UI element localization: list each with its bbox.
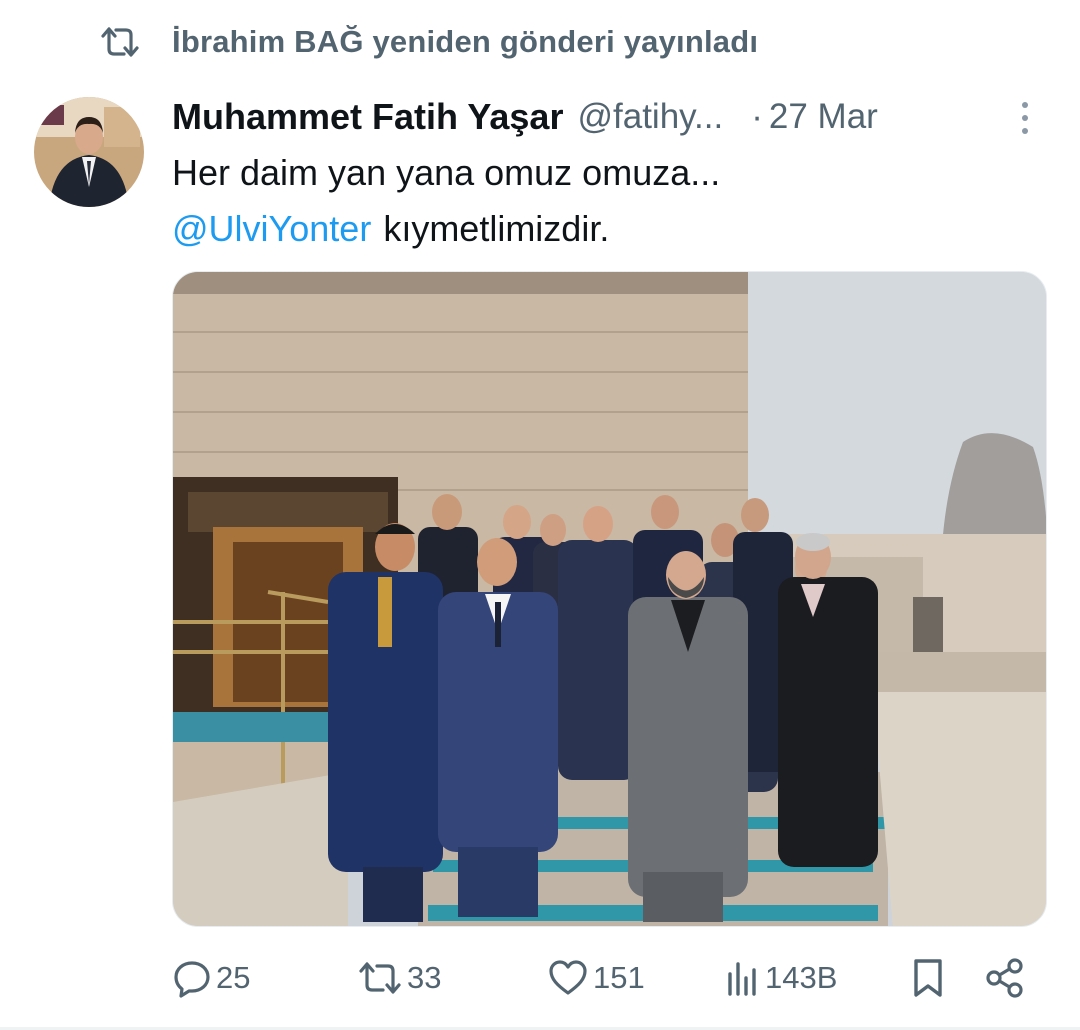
post-text-line1: Her daim yan yana omuz omuza... xyxy=(172,152,721,193)
post-text-rest: kıymetlimizdir. xyxy=(383,208,610,249)
repost-icon xyxy=(359,962,401,994)
post-header: Muhammet Fatih Yaşar @fatihy... · 27 Mar xyxy=(172,92,1052,142)
bookmark-icon xyxy=(914,959,942,997)
like-button[interactable]: 151 xyxy=(547,950,645,1006)
share-button[interactable] xyxy=(984,950,1026,1006)
like-icon xyxy=(549,960,587,995)
views-icon xyxy=(728,962,756,996)
repost-text: İbrahim BAĞ yeniden gönderi yayınladı xyxy=(172,24,759,59)
share-icon xyxy=(986,958,1023,998)
reply-count: 25 xyxy=(216,960,251,995)
bookmark-button[interactable] xyxy=(910,950,946,1006)
repost-icon xyxy=(100,22,144,62)
post-photo[interactable] xyxy=(172,271,1047,927)
author-handle[interactable]: @fatihy... xyxy=(577,97,723,137)
separator-dot: · xyxy=(751,97,763,136)
like-count: 151 xyxy=(593,960,645,995)
post-text-line2: @UlviYonter kıymetlimizdir. xyxy=(172,206,609,252)
views-button[interactable]: 143B xyxy=(725,950,837,1006)
repost-indicator[interactable]: İbrahim BAĞ yeniden gönderi yayınladı xyxy=(100,22,758,62)
repost-count: 33 xyxy=(407,960,442,995)
reply-button[interactable]: 25 xyxy=(172,950,250,1006)
reply-icon xyxy=(174,961,210,998)
more-options-icon[interactable] xyxy=(1008,96,1042,140)
views-count: 143B xyxy=(765,960,838,995)
author-name[interactable]: Muhammet Fatih Yaşar xyxy=(172,96,563,138)
repost-button[interactable]: 33 xyxy=(357,950,441,1006)
mention-link[interactable]: @UlviYonter xyxy=(172,208,371,249)
avatar[interactable] xyxy=(34,97,144,207)
post-date[interactable]: 27 Mar xyxy=(769,97,878,137)
action-bar: 25 33 151 143B xyxy=(172,950,1052,1006)
